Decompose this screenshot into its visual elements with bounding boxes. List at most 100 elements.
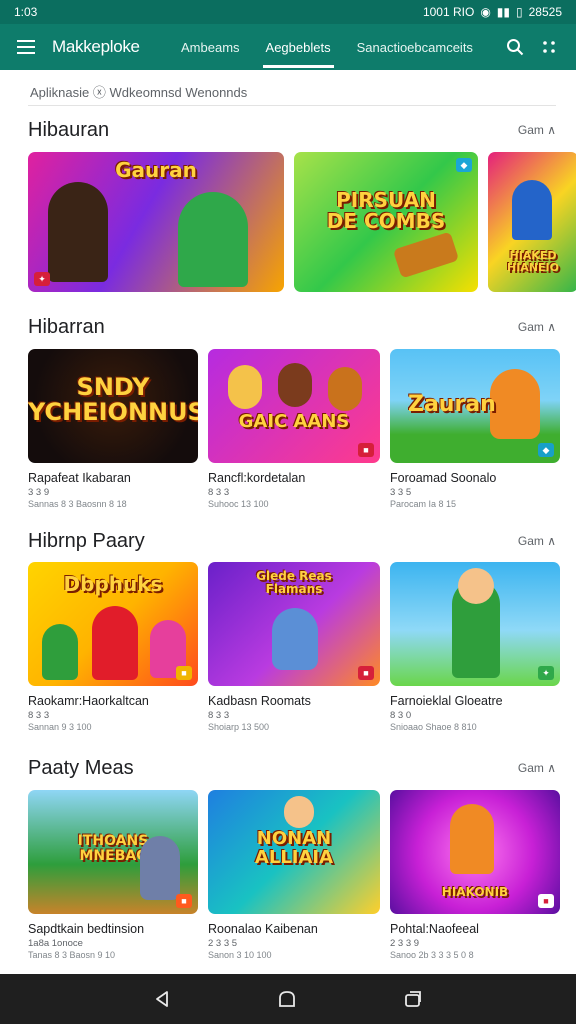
game-title: Kadbasn Roomats bbox=[208, 694, 311, 708]
section-featured: Hibauran Gam ∧ bbox=[0, 115, 576, 145]
game-title: Foroamad Soonalo bbox=[390, 471, 497, 485]
section-title: Hibarran bbox=[28, 315, 105, 338]
featured-row: Gauran ✦ PIRSUAN DE COMBS ◆ HIAKED HIANE… bbox=[28, 152, 576, 292]
section-title: Hibauran bbox=[28, 118, 110, 141]
game-title: Rancfl:kordetalan bbox=[208, 471, 306, 485]
game-card[interactable]: Glede Reas Flamans ■ Kadbasn Roomats 8 3… bbox=[208, 562, 380, 732]
featured-thumbnail: PIRSUAN DE COMBS ◆ bbox=[294, 152, 478, 292]
rating-badge: ◆ bbox=[456, 158, 472, 172]
section-hibrnp-paary: Hibrnp Paary Gam ∧ bbox=[0, 526, 576, 556]
app-bar: Makkeploke Ambeams Aegbeblets Sanactioeb… bbox=[0, 24, 576, 70]
recents-icon[interactable] bbox=[403, 989, 423, 1009]
game-rating: 8 3 0 bbox=[390, 710, 412, 721]
game-meta: Snioaao Shaoe 8 810 bbox=[390, 722, 477, 732]
game-title: Raokamr:Haorkaltcan bbox=[28, 694, 149, 708]
featured-thumbnail: Gauran ✦ bbox=[28, 152, 284, 292]
game-card[interactable]: Dbphuks ■ Raokamr:Haorkaltcan 8 3 3 Sann… bbox=[28, 562, 198, 732]
game-art-text: Zauran bbox=[408, 392, 496, 417]
game-card[interactable]: SNDY YCHEIONNUS Rapafeat Ikabaran 3 3 9 … bbox=[28, 349, 198, 509]
featured-card[interactable]: Gauran ✦ bbox=[28, 152, 284, 292]
game-row: SNDY YCHEIONNUS Rapafeat Ikabaran 3 3 9 … bbox=[28, 349, 560, 509]
game-thumbnail: GAIC AANS ■ bbox=[208, 349, 380, 463]
featured-art-text: HIAKED HIANEIO bbox=[507, 249, 559, 274]
back-icon[interactable] bbox=[153, 990, 171, 1008]
game-meta: Sanon 3 10 100 bbox=[208, 950, 272, 960]
game-card[interactable]: ITHOANS MNEBAC ■ Sapdtkain bedtinsion 1a… bbox=[28, 790, 198, 960]
game-rating: 2 3 3 9 bbox=[390, 938, 420, 949]
featured-art-text: PIRSUAN DE COMBS bbox=[326, 188, 446, 233]
battery-text: 28525 bbox=[528, 5, 562, 19]
status-icons: 1001 RIO ◉ ▮▮ ▯ 28525 bbox=[423, 5, 562, 19]
tab-aegbeblets[interactable]: Aegbeblets bbox=[253, 24, 344, 70]
tab-bar: Ambeams Aegbeblets Sanactioebcamceits bbox=[168, 24, 486, 70]
featured-art-text: Gauran bbox=[115, 158, 197, 182]
rating-badge: ◆ bbox=[538, 443, 554, 457]
game-rating: 8 3 3 bbox=[28, 710, 50, 721]
game-meta: Tanas 8 3 Baosn 9 10 bbox=[28, 950, 116, 960]
game-thumbnail: Dbphuks ■ bbox=[28, 562, 198, 686]
game-thumbnail: SNDY YCHEIONNUS bbox=[28, 349, 198, 463]
status-right-text: 1001 RIO bbox=[422, 5, 475, 19]
signal-icon: ▮▮ bbox=[496, 5, 511, 19]
game-title: Rapafeat Ikabaran bbox=[28, 471, 131, 485]
game-title: Pohtal:Naofeeal bbox=[390, 922, 479, 936]
wifi-icon: ◉ bbox=[480, 5, 491, 19]
see-more-link[interactable]: Gam ∧ bbox=[518, 123, 556, 137]
game-meta: Sannas 8 3 Baosnn 8 18 bbox=[28, 499, 127, 509]
see-more-link[interactable]: Gam ∧ bbox=[518, 320, 556, 334]
game-art-text: HIAKONIB bbox=[441, 885, 509, 899]
featured-card[interactable]: HIAKED HIANEIO bbox=[488, 152, 576, 292]
rating-badge: ■ bbox=[358, 666, 374, 680]
see-more-link[interactable]: Gam ∧ bbox=[518, 534, 556, 548]
home-icon[interactable] bbox=[277, 989, 297, 1009]
rating-badge: ■ bbox=[176, 666, 192, 680]
search-icon[interactable] bbox=[506, 38, 524, 56]
rating-badge: ✦ bbox=[34, 272, 50, 286]
game-art-text: NONAN ALLIAIA bbox=[254, 828, 334, 868]
game-rating: 2 3 3 5 bbox=[208, 938, 238, 949]
game-thumbnail: Zauran ◆ bbox=[390, 349, 560, 463]
system-nav-bar bbox=[0, 974, 576, 1024]
featured-thumbnail: HIAKED HIANEIO bbox=[488, 152, 576, 292]
section-title: Hibrnp Paary bbox=[28, 529, 145, 552]
game-rating: 3 3 5 bbox=[390, 487, 412, 498]
section-title: Paaty Meas bbox=[28, 756, 134, 779]
game-thumbnail: ✦ bbox=[390, 562, 560, 686]
game-card[interactable]: HIAKONIB ■ Pohtal:Naofeeal 2 3 3 9 Sanoo… bbox=[390, 790, 560, 960]
game-art-text: Dbphuks bbox=[63, 572, 163, 596]
game-rating: 8 3 3 bbox=[208, 487, 230, 498]
status-bar: 1:03 1001 RIO ◉ ▮▮ ▯ 28525 bbox=[0, 0, 576, 24]
status-time: 1:03 bbox=[14, 5, 38, 19]
rating-badge: ✦ bbox=[538, 666, 554, 680]
game-meta: Shoiarp 13 500 bbox=[208, 722, 270, 732]
game-card[interactable]: GAIC AANS ■ Rancfl:kordetalan 8 3 3 Suho… bbox=[208, 349, 380, 509]
see-more-link[interactable]: Gam ∧ bbox=[518, 761, 556, 775]
game-thumbnail: HIAKONIB ■ bbox=[390, 790, 560, 914]
game-title: Farnoieklal Gloeatre bbox=[390, 694, 503, 708]
game-art-text: GAIC AANS bbox=[238, 411, 350, 432]
menu-icon[interactable] bbox=[0, 24, 52, 70]
search-input[interactable]: Apliknasie ⓧ Wdkeomnsd Wenonnds bbox=[28, 78, 556, 106]
app-title: Makkeploke bbox=[52, 37, 140, 56]
more-options-icon[interactable] bbox=[542, 40, 556, 54]
game-rating: 1a8a 1onoce bbox=[28, 938, 83, 949]
section-hibarran: Hibarran Gam ∧ bbox=[0, 312, 576, 342]
game-rating: 8 3 3 bbox=[208, 710, 230, 721]
featured-card[interactable]: PIRSUAN DE COMBS ◆ bbox=[294, 152, 478, 292]
game-thumbnail: ITHOANS MNEBAC ■ bbox=[28, 790, 198, 914]
game-thumbnail: NONAN ALLIAIA bbox=[208, 790, 380, 914]
game-card[interactable]: NONAN ALLIAIA Roonalao Kaibenan 2 3 3 5 … bbox=[208, 790, 380, 960]
game-meta: Sanoo 2b 3 3 3 5 0 8 bbox=[390, 950, 474, 960]
game-title: Roonalao Kaibenan bbox=[208, 922, 318, 936]
game-meta: Sannan 9 3 100 bbox=[28, 722, 92, 732]
game-card[interactable]: Zauran ◆ Foroamad Soonalo 3 3 5 Parocam … bbox=[390, 349, 560, 509]
game-row: Dbphuks ■ Raokamr:Haorkaltcan 8 3 3 Sann… bbox=[28, 562, 560, 732]
game-card[interactable]: ✦ Farnoieklal Gloeatre 8 3 0 Snioaao Sha… bbox=[390, 562, 560, 732]
game-title: Sapdtkain bedtinsion bbox=[28, 922, 145, 936]
tab-ambeams[interactable]: Ambeams bbox=[168, 24, 253, 70]
rating-badge: ■ bbox=[176, 894, 192, 908]
tab-sanaction[interactable]: Sanactioebcamceits bbox=[344, 24, 486, 70]
rating-badge: ■ bbox=[358, 443, 374, 457]
section-paaty-meas: Paaty Meas Gam ∧ bbox=[0, 753, 576, 783]
game-row: ITHOANS MNEBAC ■ Sapdtkain bedtinsion 1a… bbox=[28, 790, 560, 960]
